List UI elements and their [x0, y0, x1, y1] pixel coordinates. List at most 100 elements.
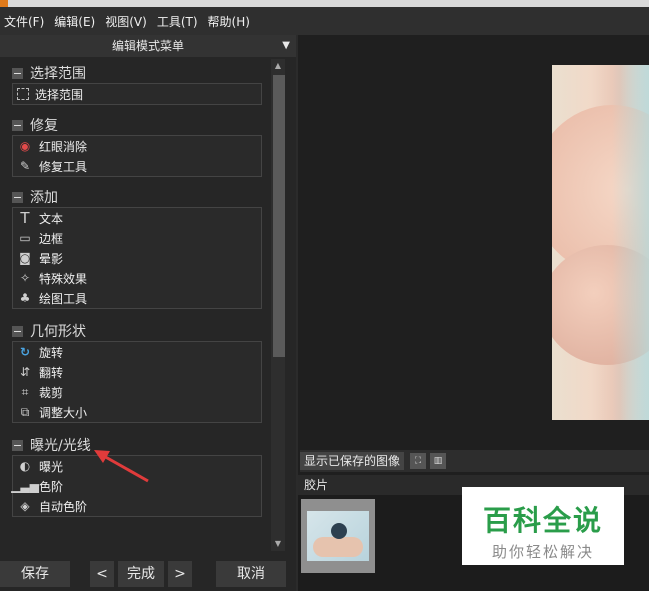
tool-vignette[interactable]: ◙ 晕影 [13, 248, 261, 268]
section-title: 添加 [30, 190, 58, 206]
rotate-icon: ↻ [19, 345, 31, 359]
tool-label: 自动色阶 [39, 499, 88, 514]
tool-repair[interactable]: ✎ 修复工具 [13, 156, 261, 176]
selection-icon [17, 88, 29, 100]
chevron-down-icon[interactable]: ▼ [282, 35, 290, 57]
thumbnail-camera [331, 523, 347, 539]
saved-images-bar: 显示已保存的图像 ⛶ ▥ [300, 450, 649, 472]
section-repair: 修复 ◉ 红眼消除 ✎ 修复工具 [12, 115, 262, 177]
save-button[interactable]: 保存 [0, 561, 70, 587]
title-bar [0, 0, 649, 7]
vignette-icon: ◙ [19, 251, 31, 265]
thumbnail-hands [313, 537, 363, 557]
crop-icon: ⌗ [21, 384, 29, 399]
fullscreen-icon[interactable]: ⛶ [410, 453, 427, 469]
tool-label: 裁剪 [39, 385, 64, 400]
section-add: 添加 T 文本 ▭ 边框 ◙ 晕影 ✧ 特殊效果 ♣ 绘图工具 [12, 187, 262, 309]
tool-label: 特殊效果 [39, 271, 88, 286]
collapse-icon[interactable] [12, 325, 23, 337]
effects-icon: ✧ [19, 271, 31, 285]
section-header-add[interactable]: 添加 [12, 187, 262, 207]
tool-crop[interactable]: ⌗ 裁剪 [13, 382, 261, 402]
scroll-down-icon[interactable]: ▼ [271, 537, 285, 551]
annotation-arrow [94, 450, 149, 483]
tool-resize[interactable]: ⧉ 调整大小 [13, 402, 261, 422]
tool-label: 色阶 [39, 479, 64, 494]
scroll-up-icon[interactable]: ▲ [271, 59, 285, 73]
section-title: 几何形状 [30, 324, 86, 340]
redeye-icon: ◉ [19, 139, 31, 153]
resize-icon: ⧉ [20, 404, 30, 419]
section-header-geometry[interactable]: 几何形状 [12, 321, 262, 341]
tool-auto-levels[interactable]: ◈ 自动色阶 [13, 496, 261, 516]
compare-icon[interactable]: ▥ [430, 453, 447, 469]
section-title: 选择范围 [30, 66, 86, 82]
section-header-selection[interactable]: 选择范围 [12, 63, 262, 83]
tool-label: 边框 [39, 231, 64, 246]
section-body: ↻ 旋转 ⇵ 翻转 ⌗ 裁剪 ⧉ 调整大小 [12, 341, 262, 423]
tool-label: 绘图工具 [39, 291, 88, 306]
menu-view[interactable]: 视图(V) [105, 13, 147, 30]
cancel-button[interactable]: 取消 [216, 561, 286, 587]
watermark: 百科全说 助你轻松解决 [462, 487, 624, 565]
panel-scrollbar[interactable]: ▲ ▼ [271, 59, 285, 551]
collapse-icon[interactable] [12, 191, 23, 203]
scroll-thumb[interactable] [273, 75, 285, 357]
tool-text[interactable]: T 文本 [13, 208, 261, 228]
image-shade [612, 65, 649, 420]
section-geometry: 几何形状 ↻ 旋转 ⇵ 翻转 ⌗ 裁剪 ⧉ 调整大小 [12, 321, 262, 423]
watermark-subtitle: 助你轻松解决 [491, 543, 594, 561]
section-body: T 文本 ▭ 边框 ◙ 晕影 ✧ 特殊效果 ♣ 绘图工具 [12, 207, 262, 309]
tool-border[interactable]: ▭ 边框 [13, 228, 261, 248]
repair-icon: ✎ [19, 159, 31, 173]
tool-label: 红眼消除 [39, 139, 88, 154]
watermark-title: 百科全说 [482, 504, 603, 537]
tool-label: 曝光 [39, 459, 64, 474]
section-title: 修复 [30, 118, 58, 134]
menu-edit[interactable]: 编辑(E) [54, 13, 95, 30]
tool-draw[interactable]: ♣ 绘图工具 [13, 288, 261, 308]
tool-label: 调整大小 [39, 405, 88, 420]
next-button[interactable]: > [168, 561, 192, 587]
tool-label: 修复工具 [39, 159, 88, 174]
collapse-icon[interactable] [12, 119, 23, 131]
tool-flip[interactable]: ⇵ 翻转 [13, 362, 261, 382]
text-icon: T [20, 209, 30, 227]
edit-mode-panel: 编辑模式菜单 ▼ 选择范围 选择范围 修复 ◉ 红眼消除 ✎ 修复工具 添加 T… [0, 35, 296, 591]
tool-redeye[interactable]: ◉ 红眼消除 [13, 136, 261, 156]
tool-label: 文本 [39, 211, 64, 226]
levels-icon: ▁▃▅ [11, 479, 39, 493]
tool-rotate[interactable]: ↻ 旋转 [13, 342, 261, 362]
prev-button[interactable]: < [90, 561, 114, 587]
exposure-icon: ◐ [19, 459, 31, 473]
done-button[interactable]: 完成 [118, 561, 164, 587]
draw-icon: ♣ [19, 291, 31, 305]
tool-label: 旋转 [39, 345, 64, 360]
bottom-toolbar: 保存 < 完成 > 取消 [0, 557, 296, 591]
panel-header[interactable]: 编辑模式菜单 ▼ [0, 35, 296, 57]
menu-file[interactable]: 文件(F) [4, 13, 44, 30]
flip-icon: ⇵ [19, 365, 31, 379]
tool-label: 选择范围 [35, 87, 84, 102]
border-icon: ▭ [19, 231, 31, 245]
tool-select-range[interactable]: 选择范围 [13, 84, 261, 104]
section-selection: 选择范围 选择范围 [12, 63, 262, 105]
panel-title: 编辑模式菜单 [111, 39, 184, 53]
menu-help[interactable]: 帮助(H) [208, 13, 250, 30]
tool-effects[interactable]: ✧ 特殊效果 [13, 268, 261, 288]
show-saved-images-button[interactable]: 显示已保存的图像 [300, 452, 405, 470]
thumbnail-image [307, 511, 369, 561]
section-body: ◉ 红眼消除 ✎ 修复工具 [12, 135, 262, 177]
menu-tools[interactable]: 工具(T) [157, 13, 198, 30]
tool-label: 晕影 [39, 251, 64, 266]
tool-label: 翻转 [39, 365, 64, 380]
app-icon [0, 0, 8, 7]
collapse-icon[interactable] [12, 67, 23, 79]
auto-levels-icon: ◈ [20, 499, 30, 513]
collapse-icon[interactable] [12, 439, 23, 451]
film-thumbnail[interactable] [301, 499, 375, 573]
section-body: 选择范围 [12, 83, 262, 105]
section-header-repair[interactable]: 修复 [12, 115, 262, 135]
preview-image [552, 65, 649, 420]
section-title: 曝光/光线 [30, 438, 91, 454]
